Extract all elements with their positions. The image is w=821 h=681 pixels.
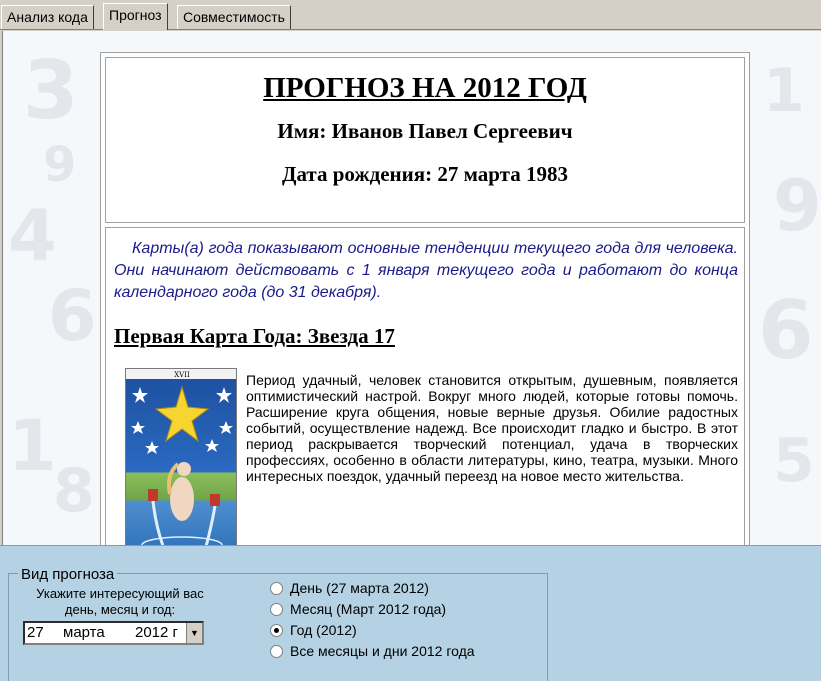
radio-option-year[interactable]: Год (2012) [270,620,357,640]
radio-button[interactable] [270,644,283,658]
background-digit: 4 [8,195,57,277]
card-numeral: XVII [174,371,190,379]
background-digit: 5 [773,426,815,496]
radio-button[interactable] [270,581,283,595]
radio-option-day[interactable]: День (27 марта 2012) [270,578,429,598]
date-hint: Укажите интересующий вас день, месяц и г… [36,586,204,617]
radio-option-month[interactable]: Месяц (Март 2012 года) [270,599,446,619]
page-title: ПРОГНОЗ НА 2012 ГОД [263,72,587,104]
radio-option-all-months[interactable]: Все месяцы и дни 2012 года [270,641,475,661]
background-digit: 9 [773,165,821,247]
date-year[interactable]: 2012 г [135,623,189,643]
intro-text: Карты(а) года показывают основные тенден… [114,240,738,301]
date-day[interactable]: 27 [27,623,63,643]
tab-bar: Анализ кода Прогноз Совместимость [0,0,821,30]
background-digit: 6 [48,275,97,357]
forecast-header: ПРОГНОЗ НА 2012 ГОД Имя: Иванов Павел Се… [105,57,745,223]
background-digit: 8 [53,456,95,526]
background-digit: 3 [23,44,79,137]
background-digit: 1 [763,56,805,126]
background-digit: 9 [43,137,77,193]
radio-label: Месяц (Март 2012 года) [290,601,447,617]
birth-date: Дата рождения: 27 марта 1983 [282,162,568,186]
radio-label: День (27 марта 2012) [290,580,429,596]
radio-button[interactable] [270,602,283,616]
radio-label: Год (2012) [290,622,357,638]
tab-forecast[interactable]: Прогноз [103,3,168,30]
background-digit: 6 [758,284,814,377]
radio-label: Все месяцы и дни 2012 года [290,643,475,659]
forecast-sheet: ПРОГНОЗ НА 2012 ГОД Имя: Иванов Павел Се… [100,52,750,545]
card-heading: Первая Карта Года: Звезда 17 [114,324,395,348]
star-tarot-card-image: XVII [125,368,237,545]
forecast-type-legend: Вид прогноза [18,566,118,583]
person-name: Имя: Иванов Павел Сергеевич [277,119,573,143]
tab-code-analysis[interactable]: Анализ кода [1,5,94,29]
dropdown-arrow-icon[interactable]: ▼ [186,623,202,643]
date-month[interactable]: марта [63,623,135,643]
radio-button[interactable] [270,623,283,637]
star-card-illustration: XVII [126,369,236,545]
tab-compatibility[interactable]: Совместимость [177,5,291,29]
forecast-viewport[interactable]: 3 9 4 6 1 8 1 9 6 5 ПРОГНОЗ НА 2012 ГОД … [2,31,821,545]
date-picker[interactable]: 27 марта 2012 г ▼ [23,621,204,645]
forecast-body: Карты(а) года показывают основные тенден… [105,227,745,545]
background-digit: 1 [8,405,57,487]
card-description: Период удачный, человек становится откры… [246,372,738,484]
